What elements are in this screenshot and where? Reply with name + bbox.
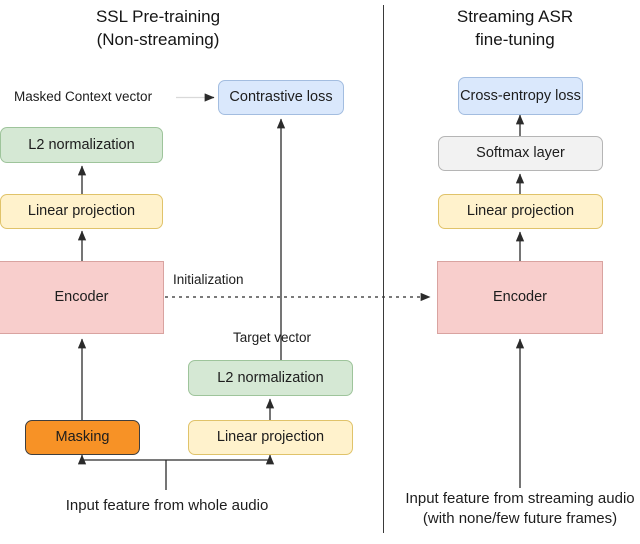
edge-input-to-masking-and-projection <box>77 454 275 490</box>
label-masked-context-vector: Masked Context vector <box>14 89 153 104</box>
node-contrastive-loss[interactable]: Contrastive loss <box>218 80 344 115</box>
label-initialization: Initialization <box>173 272 244 287</box>
node-l2-normalization-top[interactable]: L2 normalization <box>0 127 163 163</box>
node-linear-projection-right[interactable]: Linear projection <box>438 194 603 229</box>
node-encoder-right[interactable]: Encoder <box>437 261 603 334</box>
caption-input-feature-right: Input feature from streaming audio (with… <box>405 490 635 527</box>
node-encoder-left[interactable]: Encoder <box>0 261 164 334</box>
diagram-canvas: SSL Pre-training (Non-streaming) Streami… <box>0 0 640 544</box>
node-linear-projection-bottom[interactable]: Linear projection <box>188 420 353 455</box>
node-linear-projection-top[interactable]: Linear projection <box>0 194 163 229</box>
node-cross-entropy-loss[interactable]: Cross-entropy loss <box>458 77 583 115</box>
panel-title-asr: Streaming ASR fine-tuning <box>456 7 574 49</box>
panel-title-ssl: SSL Pre-training (Non-streaming) <box>95 7 221 49</box>
caption-input-feature-left: Input feature from whole audio <box>65 497 269 514</box>
label-target-vector: Target vector <box>233 330 312 345</box>
node-masking[interactable]: Masking <box>25 420 140 455</box>
panel-divider <box>383 5 384 533</box>
node-softmax-layer[interactable]: Softmax layer <box>438 136 603 171</box>
node-l2-normalization-bottom[interactable]: L2 normalization <box>188 360 353 396</box>
